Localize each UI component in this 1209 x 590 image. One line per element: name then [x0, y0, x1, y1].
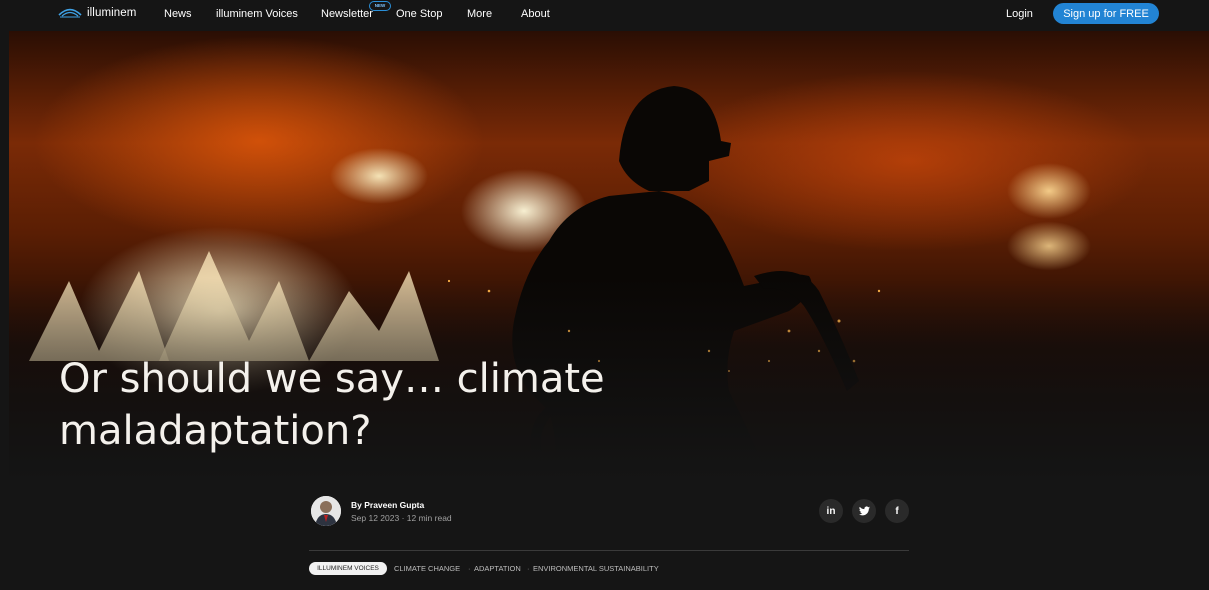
- author-name[interactable]: By Praveen Gupta: [351, 500, 424, 510]
- article-title: Or should we say… climate maladaptation?: [59, 356, 605, 454]
- nav-item-newsletter[interactable]: Newsletter: [321, 8, 373, 20]
- category-tag[interactable]: ILLUMINEM VOICES: [309, 562, 387, 575]
- tag-separator: ·: [527, 564, 530, 573]
- share-linkedin-button[interactable]: in: [819, 499, 843, 523]
- twitter-icon: [858, 506, 870, 516]
- top-navigation: illuminem News illuminem Voices Newslett…: [0, 0, 1209, 30]
- login-link[interactable]: Login: [1006, 8, 1033, 20]
- nav-item-illuminem-voices[interactable]: illuminem Voices: [216, 8, 298, 20]
- site-logo[interactable]: illuminem: [58, 6, 136, 20]
- tag-adaptation[interactable]: ADAPTATION: [474, 564, 521, 573]
- signup-button[interactable]: Sign up for FREE: [1053, 3, 1159, 24]
- linkedin-icon: in: [826, 505, 836, 517]
- author-avatar[interactable]: [311, 496, 341, 526]
- nav-item-more[interactable]: More: [467, 8, 492, 20]
- avatar-icon: [311, 496, 341, 526]
- nav-item-one-stop[interactable]: One Stop: [396, 8, 442, 20]
- tag-environmental-sustainability[interactable]: ENVIRONMENTAL SUSTAINABILITY: [533, 564, 659, 573]
- logo-text: illuminem: [87, 7, 137, 19]
- logo-icon: [58, 8, 82, 18]
- share-twitter-button[interactable]: [852, 499, 876, 523]
- share-facebook-button[interactable]: f: [885, 499, 909, 523]
- tag-separator: ·: [468, 564, 471, 573]
- divider: [309, 550, 909, 551]
- nav-item-news[interactable]: News: [164, 8, 192, 20]
- facebook-icon: f: [895, 505, 899, 517]
- tag-climate-change[interactable]: CLIMATE CHANGE: [394, 564, 460, 573]
- article-meta: Sep 12 2023 · 12 min read: [351, 513, 452, 523]
- nav-item-about[interactable]: About: [521, 8, 550, 20]
- new-badge: NEW: [369, 1, 391, 11]
